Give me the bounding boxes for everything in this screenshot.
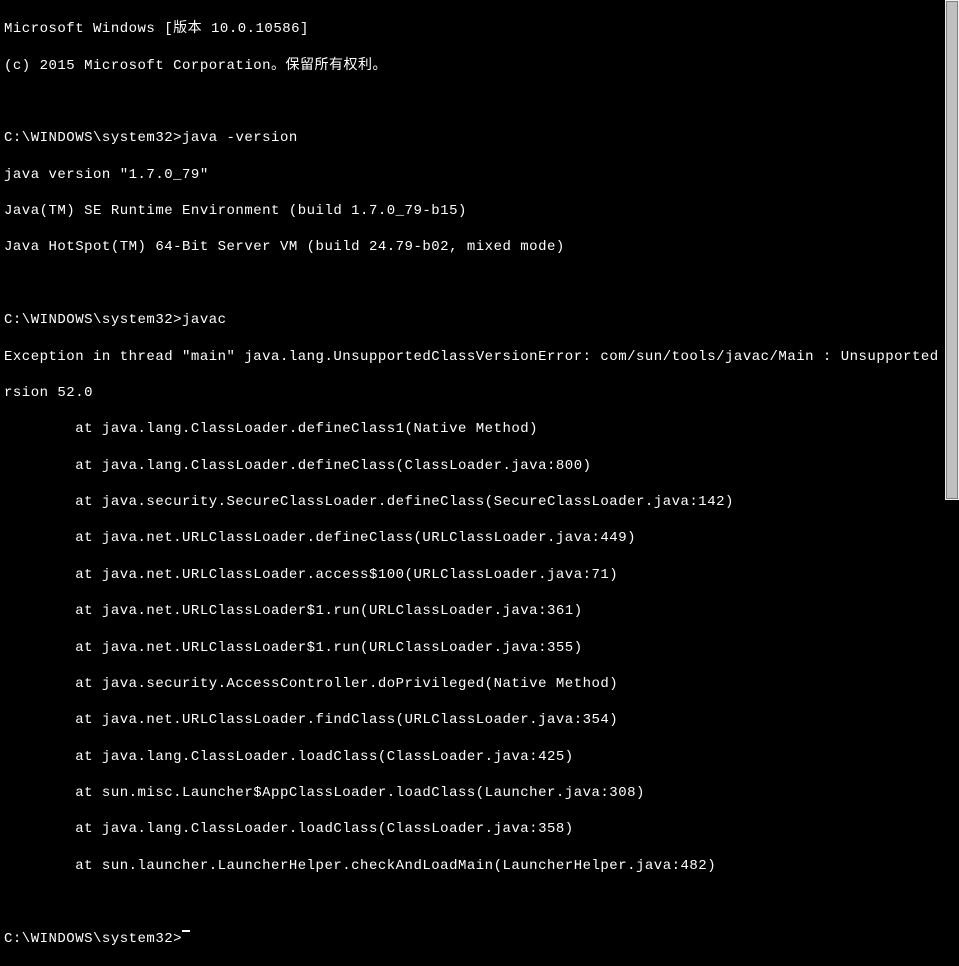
terminal-output[interactable]: Microsoft Windows [版本 10.0.10586] (c) 20… bbox=[0, 0, 945, 500]
stacktrace-line: at sun.launcher.LauncherHelper.checkAndL… bbox=[4, 857, 941, 875]
stacktrace-line: at java.net.URLClassLoader$1.run(URLClas… bbox=[4, 639, 941, 657]
command-line: C:\WINDOWS\system32>java -version bbox=[4, 129, 941, 147]
stacktrace-line: at sun.misc.Launcher$AppClassLoader.load… bbox=[4, 784, 941, 802]
stacktrace-line: at java.lang.ClassLoader.loadClass(Class… bbox=[4, 820, 941, 838]
command-text: java -version bbox=[182, 130, 298, 146]
command-line: C:\WINDOWS\system32>javac bbox=[4, 311, 941, 329]
blank-line bbox=[4, 893, 941, 911]
command-text: javac bbox=[182, 312, 227, 328]
stacktrace-line: at java.net.URLClassLoader$1.run(URLClas… bbox=[4, 602, 941, 620]
blank-line bbox=[4, 275, 941, 293]
scrollbar-thumb[interactable] bbox=[946, 1, 958, 499]
blank-line bbox=[4, 93, 941, 111]
prompt: C:\WINDOWS\system32> bbox=[4, 930, 182, 948]
stacktrace-line: at java.lang.ClassLoader.loadClass(Class… bbox=[4, 748, 941, 766]
header-line: Microsoft Windows [版本 10.0.10586] bbox=[4, 20, 941, 38]
output-line: java version "1.7.0_79" bbox=[4, 166, 941, 184]
stacktrace-line: at java.security.AccessController.doPriv… bbox=[4, 675, 941, 693]
stacktrace-line: at java.net.URLClassLoader.access$100(UR… bbox=[4, 566, 941, 584]
output-line: Java(TM) SE Runtime Environment (build 1… bbox=[4, 202, 941, 220]
active-prompt-line[interactable]: C:\WINDOWS\system32> bbox=[4, 930, 941, 948]
stacktrace-line: at java.security.SecureClassLoader.defin… bbox=[4, 493, 941, 511]
stacktrace-line: at java.lang.ClassLoader.defineClass1(Na… bbox=[4, 420, 941, 438]
header-line: (c) 2015 Microsoft Corporation。保留所有权利。 bbox=[4, 57, 941, 75]
stacktrace-line: at java.net.URLClassLoader.findClass(URL… bbox=[4, 711, 941, 729]
prompt: C:\WINDOWS\system32> bbox=[4, 130, 182, 146]
stacktrace-line: at java.net.URLClassLoader.defineClass(U… bbox=[4, 529, 941, 547]
error-line: Exception in thread "main" java.lang.Uns… bbox=[4, 348, 941, 366]
stacktrace-line: at java.lang.ClassLoader.defineClass(Cla… bbox=[4, 457, 941, 475]
cursor bbox=[182, 930, 190, 932]
error-line: rsion 52.0 bbox=[4, 384, 941, 402]
prompt: C:\WINDOWS\system32> bbox=[4, 312, 182, 328]
vertical-scrollbar[interactable] bbox=[945, 0, 959, 500]
output-line: Java HotSpot(TM) 64-Bit Server VM (build… bbox=[4, 238, 941, 256]
